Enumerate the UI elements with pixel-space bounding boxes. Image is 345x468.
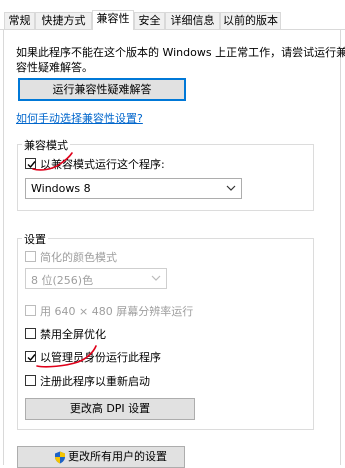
- checkmark-icon: [27, 354, 36, 362]
- manual-settings-link[interactable]: 如何手动选择兼容性设置?: [16, 110, 143, 126]
- settings-title: 设置: [22, 231, 48, 247]
- tab-bar: 常规 快捷方式 兼容性 安全 详细信息 以前的版本: [0, 0, 345, 30]
- run-troubleshooter-button[interactable]: 运行兼容性疑难解答: [18, 78, 186, 101]
- compat-mode-checkbox[interactable]: [25, 158, 36, 169]
- chevron-down-icon: [226, 185, 236, 191]
- disable-fullscreen-label: 禁用全屏优化: [40, 328, 106, 341]
- res-640-checkbox[interactable]: [25, 305, 36, 316]
- chevron-down-icon: [151, 275, 161, 281]
- intro-text-line2: 容性疑难解答。: [16, 61, 93, 74]
- checkmark-icon: [27, 161, 36, 169]
- tab-security[interactable]: 安全: [134, 12, 165, 29]
- os-select-value: Windows 8: [31, 182, 91, 195]
- compat-mode-title: 兼容模式: [22, 137, 70, 153]
- compat-mode-label: 以兼容模式运行这个程序:: [40, 158, 165, 171]
- tab-general[interactable]: 常规: [4, 12, 35, 29]
- shield-icon: [55, 451, 65, 464]
- res-640-label: 用 640 × 480 屏幕分辨率运行: [40, 305, 194, 318]
- tab-shortcut[interactable]: 快捷方式: [35, 12, 92, 29]
- register-restart-label: 注册此程序以重新启动: [40, 375, 150, 388]
- color-depth-select[interactable]: 8 位(256)色: [25, 268, 167, 289]
- tab-details[interactable]: 详细信息: [165, 12, 220, 29]
- intro-text-line1: 如果此程序不能在这个版本的 Windows 上正常工作，请尝试运行兼: [16, 46, 345, 59]
- tab-previous-versions[interactable]: 以前的版本: [220, 12, 281, 29]
- reduced-color-checkbox[interactable]: [25, 251, 36, 262]
- run-as-admin-checkbox[interactable]: [25, 351, 36, 362]
- register-restart-checkbox[interactable]: [25, 375, 36, 386]
- reduced-color-label: 简化的颜色模式: [40, 251, 117, 264]
- change-dpi-button[interactable]: 更改高 DPI 设置: [25, 398, 195, 420]
- disable-fullscreen-checkbox[interactable]: [25, 328, 36, 339]
- color-depth-value: 8 位(256)色: [31, 274, 94, 287]
- os-select[interactable]: Windows 8: [25, 178, 242, 199]
- tab-compatibility[interactable]: 兼容性: [92, 10, 134, 30]
- run-as-admin-label: 以管理员身份运行此程序: [40, 351, 161, 364]
- change-all-users-label: 更改所有用户的设置: [68, 450, 167, 463]
